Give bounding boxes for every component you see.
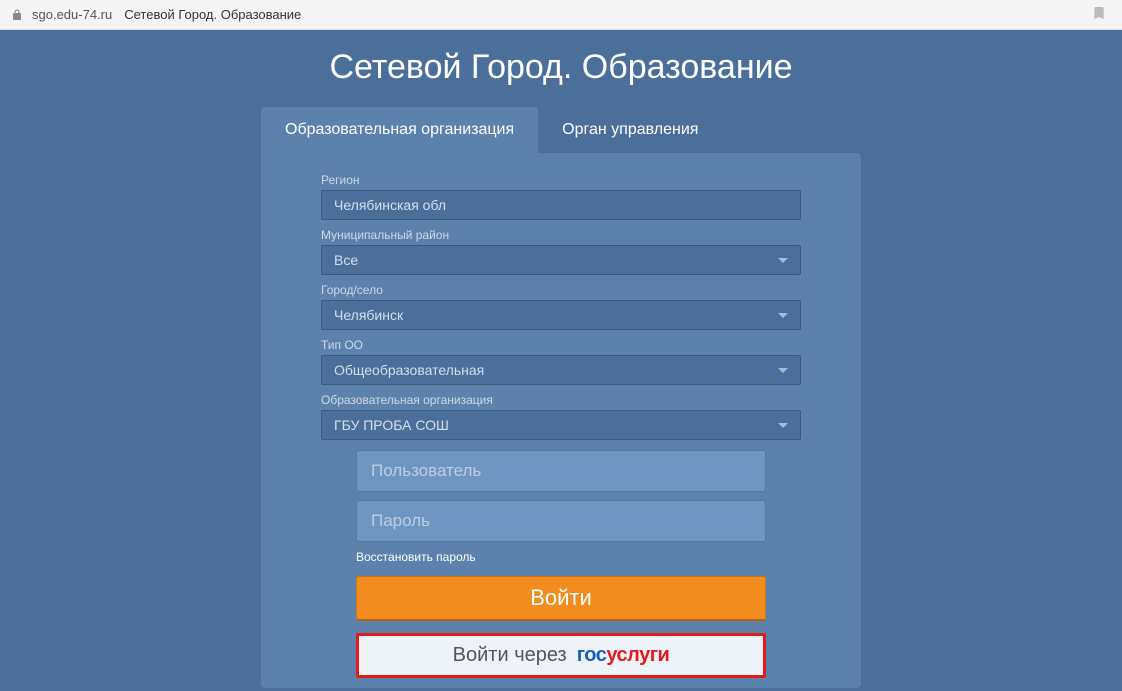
page-body: Сетевой Город. Образование Образовательн…: [0, 30, 1122, 691]
region-label: Регион: [321, 173, 801, 187]
gosuslugi-logo-red: услуги: [606, 644, 669, 666]
tabs: Образовательная организация Орган управл…: [261, 107, 861, 153]
gosuslugi-button[interactable]: Войти через госуслуги: [356, 633, 766, 678]
city-select[interactable]: Челябинск: [321, 300, 801, 330]
chevron-down-icon: [778, 368, 788, 373]
login-form: Регион Челябинская обл Муниципальный рай…: [261, 153, 861, 688]
district-select[interactable]: Все: [321, 245, 801, 275]
login-container: Сетевой Город. Образование Образовательн…: [261, 48, 861, 691]
browser-address-bar: sgo.edu-74.ru Сетевой Город. Образование: [0, 0, 1122, 30]
org-group: Образовательная организация ГБУ ПРОБА СО…: [321, 393, 801, 440]
city-group: Город/село Челябинск: [321, 283, 801, 330]
tab-organization[interactable]: Образовательная организация: [261, 107, 538, 153]
org-select[interactable]: ГБУ ПРОБА СОШ: [321, 410, 801, 440]
bookmark-icon[interactable]: [1091, 5, 1107, 24]
district-value: Все: [334, 252, 358, 268]
type-value: Общеобразовательная: [334, 362, 484, 378]
region-value: Челябинская обл: [334, 197, 446, 213]
password-input[interactable]: [356, 500, 766, 542]
region-select[interactable]: Челябинская обл: [321, 190, 801, 220]
url-text[interactable]: sgo.edu-74.ru: [32, 7, 112, 22]
org-label: Образовательная организация: [321, 393, 801, 407]
chevron-down-icon: [778, 258, 788, 263]
org-value: ГБУ ПРОБА СОШ: [334, 417, 449, 433]
tab-authority[interactable]: Орган управления: [538, 107, 722, 153]
browser-page-title: Сетевой Город. Образование: [124, 7, 301, 22]
district-label: Муниципальный район: [321, 228, 801, 242]
lock-icon: [10, 8, 24, 22]
district-group: Муниципальный район Все: [321, 228, 801, 275]
username-input[interactable]: [356, 450, 766, 492]
chevron-down-icon: [778, 313, 788, 318]
region-group: Регион Челябинская обл: [321, 173, 801, 220]
type-group: Тип ОО Общеобразовательная: [321, 338, 801, 385]
gosuslugi-logo-blue: гос: [577, 644, 607, 666]
gosuslugi-prefix: Войти через: [453, 644, 567, 667]
page-title: Сетевой Город. Образование: [261, 48, 861, 87]
chevron-down-icon: [778, 423, 788, 428]
city-label: Город/село: [321, 283, 801, 297]
login-button[interactable]: Войти: [356, 576, 766, 621]
city-value: Челябинск: [334, 307, 403, 323]
type-label: Тип ОО: [321, 338, 801, 352]
type-select[interactable]: Общеобразовательная: [321, 355, 801, 385]
credentials-section: Восстановить пароль Войти Войти через го…: [321, 450, 801, 678]
forgot-password-link[interactable]: Восстановить пароль: [356, 550, 766, 564]
